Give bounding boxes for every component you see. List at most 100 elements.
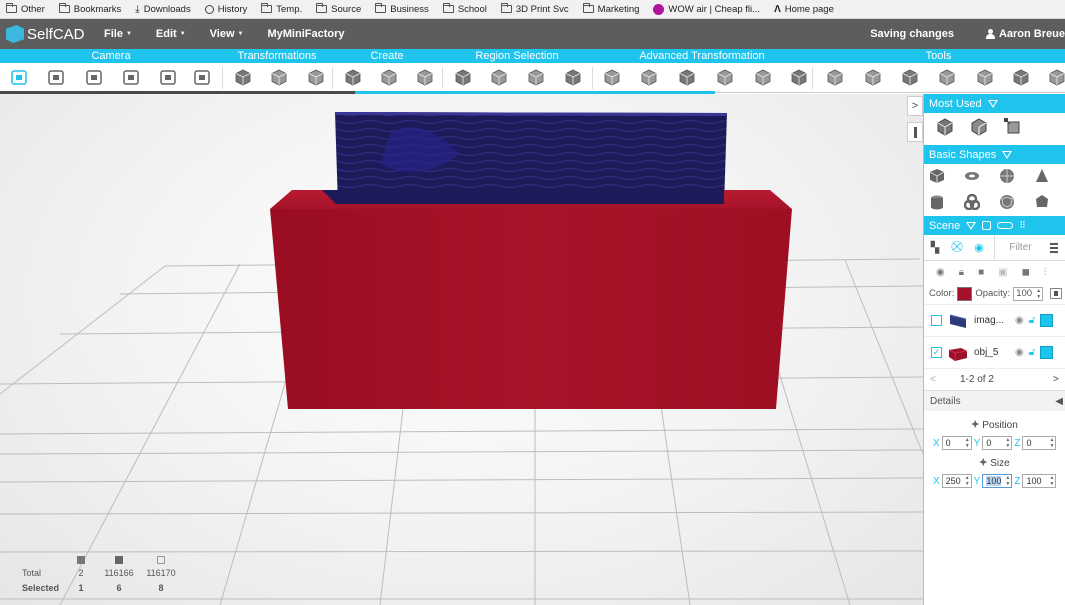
camera-zoom-icon[interactable] — [159, 69, 177, 86]
group-icon[interactable]: ▚ — [924, 241, 946, 254]
category-tools[interactable]: Tools — [812, 49, 1065, 63]
sketch-icon[interactable] — [380, 69, 398, 86]
grid-view-icon[interactable]: ⠿ — [1019, 220, 1026, 231]
shape-generator-icon[interactable] — [416, 69, 434, 86]
unlock-icon[interactable]: 🔓︎ — [1029, 347, 1035, 358]
cube-tool-icon[interactable] — [976, 69, 994, 86]
position-z-input[interactable]: 0 ▲ ▼ — [1022, 436, 1057, 450]
color-swatch[interactable] — [957, 286, 973, 301]
bookmark-business[interactable]: Business — [375, 3, 429, 15]
bookmark-other[interactable]: Other — [6, 3, 45, 15]
wireframe-icon[interactable] — [901, 69, 919, 86]
object-checkbox-checked[interactable]: ✓ — [931, 347, 942, 358]
hollow-icon[interactable] — [1012, 69, 1030, 86]
stitch-icon[interactable] — [826, 69, 844, 86]
bookmark-marketing[interactable]: Marketing — [582, 3, 639, 15]
cube-icon[interactable] — [1040, 346, 1054, 359]
category-advanced-transformation[interactable]: Advanced Transformation — [592, 49, 812, 63]
bend-icon[interactable] — [790, 69, 808, 86]
bookmark-downloads[interactable]: ⤓ Downloads — [135, 4, 190, 15]
basic-shapes-header[interactable]: Basic Shapes — [924, 145, 1065, 164]
scene-object-row[interactable]: imag... ◉ 🔓︎ — [924, 305, 1065, 337]
user-menu[interactable]: Aaron Breue — [985, 28, 1065, 40]
settings-sliders-icon[interactable]: ⫶ — [1044, 267, 1047, 278]
camera-top-icon[interactable] — [47, 69, 65, 86]
paint-icon[interactable] — [1048, 69, 1065, 86]
select-edge-icon[interactable] — [490, 69, 508, 86]
scale-tool-icon[interactable] — [1004, 118, 1022, 136]
category-camera[interactable]: Camera — [0, 49, 222, 63]
menu-edit[interactable]: Edit ▼ — [144, 28, 198, 40]
most-used-header[interactable]: Most Used — [924, 94, 1065, 113]
bookmark-history[interactable]: History — [204, 4, 247, 15]
cube-icon[interactable] — [1040, 314, 1054, 327]
scene-header[interactable]: Scene ⠿ — [924, 216, 1065, 235]
mesh-icon[interactable] — [640, 69, 658, 86]
material-icon[interactable] — [1050, 288, 1063, 299]
collapse-panel-button[interactable]: > — [907, 96, 923, 116]
size-y-input[interactable]: 100 ▲ ▼ — [982, 474, 1013, 488]
spinner-icon[interactable]: ▲ ▼ — [1036, 288, 1042, 300]
eye-icon[interactable]: ◉ — [968, 241, 990, 254]
shaded-cube-icon[interactable]: ◼ — [1022, 267, 1030, 278]
geosphere-shape-icon[interactable] — [999, 194, 1015, 210]
select-face-icon[interactable] — [454, 69, 472, 86]
wireframe-cube-icon[interactable]: ▣ — [998, 267, 1007, 278]
eye-icon[interactable]: ◉ — [1015, 347, 1024, 358]
menu-file[interactable]: File ▼ — [92, 28, 144, 40]
torus-shape-icon[interactable] — [964, 168, 980, 184]
bevel-icon[interactable] — [678, 69, 696, 86]
logo[interactable]: SelfCAD — [0, 25, 92, 43]
menu-view[interactable]: View ▼ — [198, 28, 256, 40]
category-region-selection[interactable]: Region Selection — [442, 49, 592, 63]
dodecahedron-shape-icon[interactable] — [1034, 194, 1050, 210]
cube-shape-icon[interactable] — [929, 168, 945, 184]
spinner-icon[interactable]: ▲ ▼ — [1005, 475, 1010, 487]
spinner-icon[interactable]: ▲ ▼ — [965, 475, 970, 487]
camera-pan-icon[interactable] — [85, 69, 103, 86]
twist-icon[interactable] — [754, 69, 772, 86]
extrude-tool-icon[interactable] — [970, 118, 988, 136]
spinner-icon[interactable]: ▲ ▼ — [1050, 475, 1055, 487]
position-y-input[interactable]: 0 ▲ ▼ — [982, 436, 1013, 450]
cube-create-icon[interactable] — [344, 69, 362, 86]
camera-fit-icon[interactable] — [193, 69, 211, 86]
bookmark-school[interactable]: School — [442, 3, 487, 15]
menu-lines-icon[interactable] — [1046, 242, 1058, 253]
spinner-icon[interactable]: ▲ ▼ — [1050, 437, 1055, 449]
sphere-shape-icon[interactable] — [999, 168, 1015, 184]
select-object-icon[interactable] — [564, 69, 582, 86]
bookmark-wow-air[interactable]: WOW air | Cheap fli... — [653, 3, 760, 15]
bookmark-source[interactable]: Source — [316, 3, 361, 15]
knot-shape-icon[interactable] — [964, 194, 980, 210]
details-header[interactable]: Details ◀ — [924, 391, 1065, 411]
next-page-icon[interactable]: > — [1053, 374, 1065, 385]
object-checkbox[interactable] — [931, 315, 942, 326]
menu-myminifactory[interactable]: MyMiniFactory — [255, 28, 356, 40]
unlock-icon[interactable]: 🔓︎ — [1029, 315, 1035, 326]
prev-page-icon[interactable]: < — [924, 374, 954, 385]
bookmark-home-page[interactable]: Λ Home page — [774, 4, 834, 15]
scene-object-row[interactable]: ✓ obj_5 ◉ 🔓︎ — [924, 337, 1065, 369]
bookmark-3d-print-svc[interactable]: 3D Print Svc — [500, 3, 569, 15]
opacity-input[interactable]: 100 ▲ ▼ — [1013, 286, 1044, 301]
move-tool-icon[interactable] — [234, 69, 252, 86]
slice-icon[interactable] — [864, 69, 882, 86]
eye-icon[interactable]: ◉ — [1015, 315, 1024, 326]
view-toggle-icon[interactable] — [982, 221, 992, 230]
category-transformations[interactable]: Transformations — [222, 49, 332, 63]
filter-input[interactable]: Filter — [994, 234, 1046, 261]
spinner-icon[interactable]: ▲ ▼ — [965, 437, 970, 449]
size-z-input[interactable]: 100 ▲ ▼ — [1022, 474, 1057, 488]
bookmark-temp[interactable]: Temp. — [261, 3, 302, 15]
lock-icon[interactable]: 🔒︎ — [959, 267, 964, 278]
position-x-input[interactable]: 0 ▲ ▼ — [941, 436, 972, 450]
taper-icon[interactable] — [716, 69, 734, 86]
select-vertex-icon[interactable] — [527, 69, 545, 86]
toggle-switch-icon[interactable] — [997, 222, 1014, 229]
collapse-left-icon[interactable]: ◀ — [1055, 396, 1063, 407]
category-create[interactable]: Create — [332, 49, 442, 63]
cone-shape-icon[interactable] — [1034, 168, 1050, 184]
toggle-sidebar-button[interactable] — [907, 122, 923, 142]
rotate-tool-icon[interactable] — [270, 69, 288, 86]
